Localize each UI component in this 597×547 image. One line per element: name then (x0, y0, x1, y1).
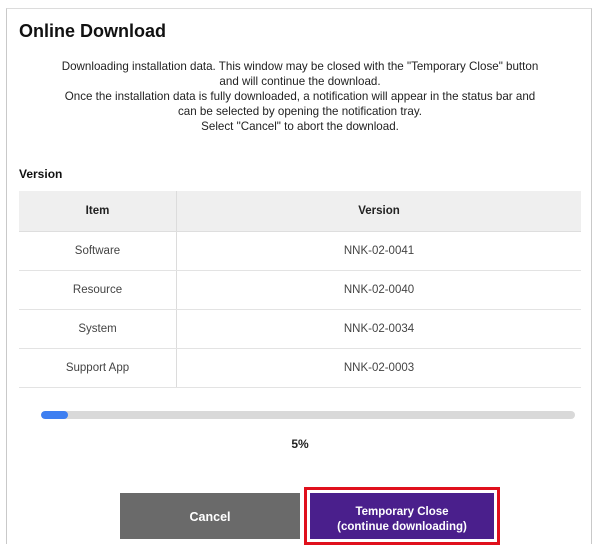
cancel-button[interactable]: Cancel (120, 493, 300, 539)
item-cell: Resource (19, 270, 177, 310)
message-line: Downloading installation data. This wind… (61, 60, 539, 73)
table-row: System NNK-02-0034 (19, 309, 581, 349)
item-cell: Software (19, 231, 177, 271)
table-row: Software NNK-02-0041 (19, 231, 581, 271)
table-row: Support App NNK-02-0003 (19, 348, 581, 388)
version-cell: NNK-02-0034 (176, 309, 581, 349)
item-cell: Support App (19, 348, 177, 388)
dialog-title: Online Download (19, 21, 166, 41)
dialog-message: Downloading installation data. This wind… (15, 59, 585, 134)
temporary-close-sublabel: (continue downloading) (337, 520, 467, 533)
temporary-close-label: Temporary Close (355, 505, 449, 518)
message-line: Once the installation data is fully down… (64, 90, 536, 103)
version-cell: NNK-02-0040 (176, 270, 581, 310)
item-cell: System (19, 309, 177, 349)
table-row: Resource NNK-02-0040 (19, 270, 581, 310)
column-header-version: Version (176, 191, 581, 232)
message-line: and will continue the download. (219, 75, 381, 88)
version-section-label: Version (19, 167, 63, 181)
version-cell: NNK-02-0041 (176, 231, 581, 271)
message-line: can be selected by opening the notificat… (177, 105, 423, 118)
online-download-dialog: Online Download Downloading installation… (6, 8, 592, 545)
version-table: Item Version Software NNK-02-0041 Resour… (19, 191, 581, 388)
version-cell: NNK-02-0003 (176, 348, 581, 388)
table-header-row: Item Version (19, 191, 581, 232)
download-progress-percent: 5% (291, 437, 309, 451)
column-header-item: Item (19, 191, 177, 232)
download-progress-bar (41, 411, 575, 419)
download-progress-fill (41, 411, 68, 419)
temporary-close-button[interactable]: Temporary Close (continue downloading) (310, 493, 494, 539)
message-line: Select "Cancel" to abort the download. (201, 120, 399, 133)
